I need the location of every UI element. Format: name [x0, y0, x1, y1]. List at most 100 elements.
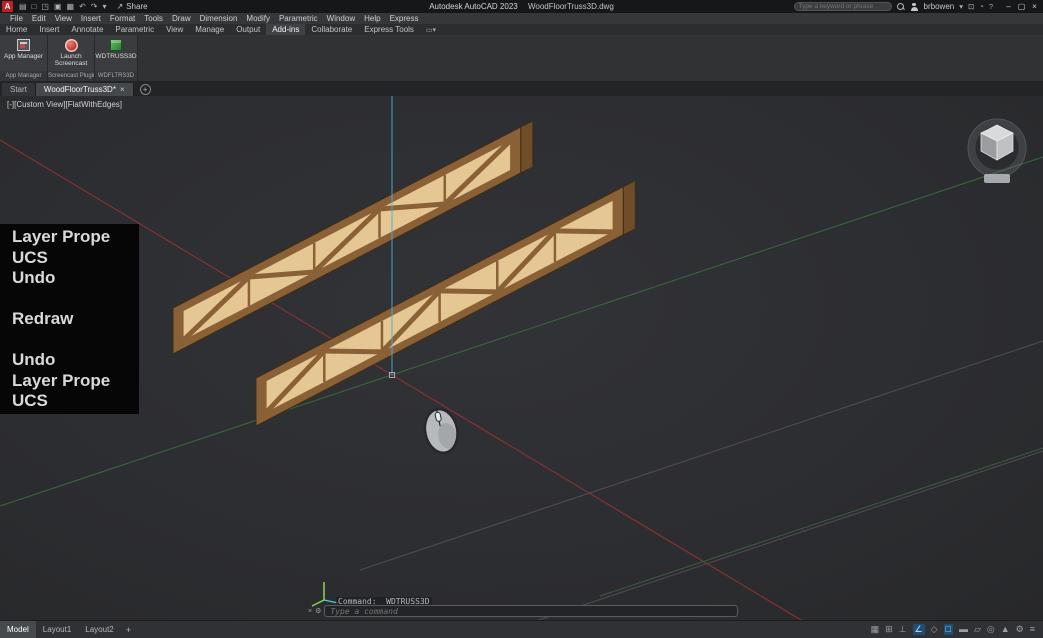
undo-icon[interactable]: ↶ [79, 2, 86, 11]
new-file-icon[interactable]: □ [32, 2, 37, 11]
app-manager-button[interactable]: App Manager [0, 35, 47, 71]
search-icon[interactable] [897, 3, 905, 11]
autocad-logo[interactable]: A [2, 1, 13, 12]
isodraft-icon[interactable]: ◇ [931, 624, 938, 635]
tab-insert[interactable]: Insert [33, 24, 65, 35]
tab-model[interactable]: Model [0, 621, 36, 638]
lineweight-icon[interactable]: ▬ [959, 624, 968, 635]
command-input[interactable] [330, 607, 732, 616]
menu-parametric[interactable]: Parametric [279, 14, 318, 23]
menu-view[interactable]: View [55, 14, 72, 23]
screen-menu-item-undo-2[interactable]: Undo [12, 350, 139, 371]
menu-bar: File Edit View Insert Format Tools Draw … [0, 13, 1043, 24]
screen-menu-item-redraw[interactable]: Redraw [12, 309, 139, 330]
save-icon[interactable]: ▣ [54, 2, 62, 11]
tab-express-tools[interactable]: Express Tools [358, 24, 420, 35]
tab-layout1[interactable]: Layout1 [36, 621, 78, 638]
grid-icon[interactable]: ▦ [871, 624, 880, 635]
user-name[interactable]: brbowen [924, 2, 955, 11]
ribbon-tab-bar: Home Insert Annotate Parametric View Man… [0, 24, 1043, 35]
user-avatar-icon[interactable] [910, 2, 919, 11]
screen-menu-item-ucs-2[interactable]: UCS [12, 391, 139, 412]
file-tab-woodfloortruss3d[interactable]: WoodFloorTruss3D* × [36, 83, 134, 96]
customization-icon[interactable]: ≡ [1030, 624, 1035, 635]
menu-express[interactable]: Express [390, 14, 419, 23]
screen-menu-item-undo[interactable]: Undo [12, 268, 139, 289]
tab-manage[interactable]: Manage [189, 24, 230, 35]
search-input[interactable] [799, 3, 887, 10]
maximize-button[interactable]: ▢ [1015, 2, 1028, 11]
screen-menu-item-layer-properties-2[interactable]: Layer Prope [12, 371, 139, 392]
ribbon-display-toggle-icon[interactable]: ▭▾ [420, 24, 442, 35]
launch-screencast-button[interactable]: Launch Screencast [48, 35, 94, 71]
wdtruss3d-label: WDTRUSS3D [95, 53, 136, 60]
screen-menu-item-ucs[interactable]: UCS [12, 248, 139, 269]
tab-view[interactable]: View [160, 24, 189, 35]
workspace-icon[interactable]: ⚙ [1016, 624, 1024, 635]
polar-tracking-icon[interactable]: ∠ [913, 624, 925, 635]
open-file-icon[interactable]: ◳ [41, 2, 49, 11]
tab-output[interactable]: Output [230, 24, 266, 35]
wdtruss3d-icon [110, 39, 122, 51]
truss-2[interactable] [256, 181, 635, 426]
application-menu-icon[interactable]: ▤ [19, 2, 27, 11]
tab-annotate[interactable]: Annotate [65, 24, 109, 35]
help-search-box[interactable] [794, 2, 892, 11]
status-toggles: ▦ ⊞ ⊥ ∠ ◇ □ ▬ ▱ ◎ ▲ ⚙ ≡ [871, 624, 1043, 635]
model-viewport[interactable]: [-][Custom View][FlatWithEdges] Layer Pr… [0, 96, 1043, 620]
osnap-icon[interactable]: □ [944, 624, 953, 635]
menu-modify[interactable]: Modify [246, 14, 270, 23]
tab-collaborate[interactable]: Collaborate [305, 24, 358, 35]
tab-layout2[interactable]: Layout2 [78, 621, 120, 638]
help-icon[interactable]: ? [989, 2, 993, 11]
menu-file[interactable]: File [10, 14, 23, 23]
truss-1[interactable] [173, 121, 533, 354]
share-button[interactable]: ↗ Share [117, 2, 148, 11]
plot-icon[interactable]: ▦ [67, 2, 75, 11]
new-tab-button[interactable]: + [140, 84, 151, 95]
menu-tools[interactable]: Tools [144, 14, 163, 23]
app-title: Autodesk AutoCAD 2023 [429, 2, 518, 11]
command-close-icon[interactable]: × [308, 608, 312, 615]
quick-access-toolbar: ▤ □ ◳ ▣ ▦ ↶ ↷ ▾ [19, 2, 107, 11]
snap-icon[interactable]: ⊞ [885, 624, 893, 635]
wdtruss3d-button[interactable]: WDTRUSS3D [95, 35, 137, 71]
menu-format[interactable]: Format [110, 14, 135, 23]
menu-help[interactable]: Help [364, 14, 380, 23]
viewport-canvas[interactable] [0, 96, 1043, 620]
tab-parametric[interactable]: Parametric [109, 24, 160, 35]
panel-caption-screencast-plugin[interactable]: Screencast Plugin [48, 71, 94, 81]
close-button[interactable]: × [1028, 2, 1041, 11]
menu-dimension[interactable]: Dimension [200, 14, 238, 23]
tab-add-ins[interactable]: Add-ins [266, 24, 305, 35]
screen-menu: Layer Prope UCS Undo Redraw Undo Layer P… [0, 224, 139, 414]
viewport-controls[interactable]: [-][Custom View][FlatWithEdges] [7, 100, 122, 109]
command-input-field[interactable] [324, 605, 738, 617]
viewcube-menu[interactable] [984, 174, 1010, 183]
panel-caption-app-manager[interactable]: App Manager [0, 71, 47, 81]
screen-menu-item-layer-properties[interactable]: Layer Prope [12, 227, 139, 248]
menu-insert[interactable]: Insert [81, 14, 101, 23]
user-dropdown-icon[interactable]: ▾ [959, 2, 963, 11]
command-line-bar[interactable]: × ⚙ [308, 605, 738, 617]
tab-home[interactable]: Home [0, 24, 33, 35]
annotation-scale-icon[interactable]: ▲ [1001, 624, 1010, 635]
minimize-button[interactable]: – [1002, 2, 1015, 11]
transparency-icon[interactable]: ▱ [974, 624, 981, 635]
command-customize-icon[interactable]: ⚙ [315, 607, 321, 615]
menu-window[interactable]: Window [327, 14, 355, 23]
menu-draw[interactable]: Draw [172, 14, 191, 23]
cart-icon[interactable]: ⊡ [968, 2, 974, 11]
file-tab-close-icon[interactable]: × [120, 85, 125, 94]
file-tab-start[interactable]: Start [2, 83, 36, 96]
ortho-icon[interactable]: ⊥ [899, 624, 907, 635]
new-layout-icon[interactable]: + [126, 625, 131, 635]
panel-caption-wdfltrs3d[interactable]: WDFLTRS3D [95, 71, 137, 81]
qat-dropdown-icon[interactable]: ▾ [103, 2, 107, 11]
notifications-icon[interactable]: ◔ [979, 2, 984, 11]
autocad-window: A ▤ □ ◳ ▣ ▦ ↶ ↷ ▾ ↗ Share Autodesk AutoC… [0, 0, 1043, 638]
viewcube[interactable] [968, 119, 1026, 183]
redo-icon[interactable]: ↷ [91, 2, 98, 11]
selection-cycling-icon[interactable]: ◎ [987, 624, 995, 635]
menu-edit[interactable]: Edit [32, 14, 46, 23]
